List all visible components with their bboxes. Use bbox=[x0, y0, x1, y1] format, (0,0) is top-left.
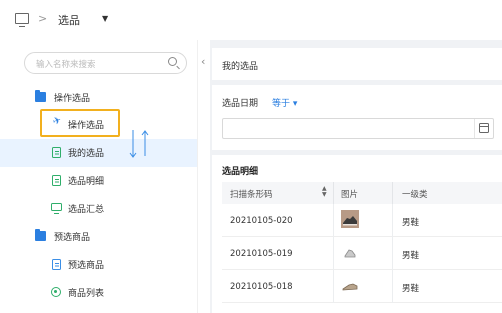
document-icon bbox=[52, 259, 61, 270]
monitor-icon bbox=[51, 203, 62, 214]
detail-panel: 选品明细 扫描条形码 ▲ ▼ 图片 一级类 20210105-020 男鞋 202… bbox=[212, 155, 502, 313]
chevron-left-icon[interactable]: ‹ bbox=[201, 55, 205, 68]
search-icon[interactable] bbox=[168, 57, 177, 66]
cell-barcode: 20210105-018 bbox=[230, 282, 293, 292]
swap-arrows-icon bbox=[129, 130, 149, 158]
page-title: 我的选品 bbox=[222, 62, 259, 72]
sidebar-item-label: 选品明细 bbox=[68, 177, 105, 187]
shoe-image[interactable] bbox=[341, 276, 359, 294]
sidebar-item-label: 预选商品 bbox=[54, 233, 91, 243]
breadcrumb-current[interactable]: 选品 bbox=[58, 12, 80, 28]
search-placeholder: 输入名称来搜索 bbox=[36, 60, 96, 70]
monitor-icon[interactable] bbox=[15, 13, 29, 27]
sidebar-group-preselect[interactable]: 预选商品 bbox=[0, 223, 197, 251]
sidebar-item-product-list[interactable]: 商品列表 bbox=[0, 279, 197, 307]
divider bbox=[392, 204, 393, 237]
top-bar: > 选品 ▼ bbox=[0, 0, 502, 40]
sidebar-item-my-selection[interactable]: 我的选品 bbox=[0, 139, 197, 167]
document-icon bbox=[52, 175, 61, 186]
cell-category: 男鞋 bbox=[402, 218, 420, 228]
divider bbox=[333, 270, 334, 303]
cell-category: 男鞋 bbox=[402, 284, 420, 294]
shoe-image[interactable] bbox=[341, 210, 359, 228]
filter-panel: 选品日期 等于 ▾ bbox=[212, 85, 502, 150]
divider bbox=[333, 237, 334, 270]
cell-barcode: 20210105-019 bbox=[230, 249, 293, 259]
main-content: 我的选品 选品日期 等于 ▾ 选品明细 扫描条形码 ▲ ▼ 图片 一级类 2021… bbox=[210, 40, 502, 313]
divider bbox=[392, 182, 393, 204]
folder-icon bbox=[35, 90, 46, 102]
column-header-barcode[interactable]: 扫描条形码 bbox=[230, 188, 273, 200]
sidebar-group-operate[interactable]: 操作选品 bbox=[0, 84, 197, 112]
cell-barcode: 20210105-020 bbox=[230, 216, 293, 226]
filter-operator-dropdown[interactable]: 等于 ▾ bbox=[272, 96, 297, 109]
folder-icon bbox=[35, 229, 46, 241]
divider bbox=[333, 182, 334, 204]
caret-down-icon[interactable]: ▼ bbox=[102, 14, 108, 23]
sidebar-collapse-handle[interactable]: ‹ bbox=[197, 40, 210, 313]
table-row[interactable]: 20210105-020 男鞋 bbox=[222, 204, 502, 237]
divider bbox=[392, 237, 393, 270]
shoe-image[interactable] bbox=[341, 243, 359, 261]
sidebar-item-label: 选品汇总 bbox=[68, 205, 105, 215]
circle-icon bbox=[51, 287, 61, 297]
sidebar-item-label: 商品列表 bbox=[68, 289, 105, 299]
section-title: 选品明细 bbox=[222, 167, 259, 177]
sort-icon[interactable]: ▲ ▼ bbox=[322, 186, 327, 198]
document-icon bbox=[52, 147, 61, 158]
table-row[interactable]: 20210105-019 男鞋 bbox=[222, 237, 502, 270]
filter-label: 选品日期 bbox=[222, 99, 259, 109]
sidebar-item-label: 我的选品 bbox=[68, 149, 105, 159]
column-header-category: 一级类 bbox=[402, 190, 428, 200]
sidebar-item-selection-detail[interactable]: 选品明细 bbox=[0, 167, 197, 195]
search-input[interactable]: 输入名称来搜索 bbox=[24, 52, 187, 74]
highlight-box bbox=[40, 109, 120, 137]
calendar-icon[interactable] bbox=[479, 123, 489, 133]
divider bbox=[392, 270, 393, 303]
breadcrumb-separator: > bbox=[38, 12, 48, 25]
sidebar-item-selection-summary[interactable]: 选品汇总 bbox=[0, 195, 197, 223]
table-row[interactable]: 20210105-018 男鞋 bbox=[222, 270, 502, 303]
column-header-image: 图片 bbox=[341, 190, 359, 200]
cell-category: 男鞋 bbox=[402, 251, 420, 261]
sidebar: 输入名称来搜索 操作选品 ✈ 操作选品 我的选品 选品明细 选品汇总 预选商品 … bbox=[0, 40, 197, 313]
divider bbox=[474, 119, 475, 138]
sidebar-item-label: 操作选品 bbox=[54, 94, 91, 104]
divider bbox=[333, 204, 334, 237]
sidebar-item-label: 预选商品 bbox=[68, 261, 105, 271]
date-input[interactable] bbox=[222, 118, 494, 139]
sidebar-item-preselect[interactable]: 预选商品 bbox=[0, 251, 197, 279]
page-header: 我的选品 bbox=[212, 48, 502, 80]
table-header: 扫描条形码 ▲ ▼ 图片 一级类 bbox=[222, 182, 502, 204]
